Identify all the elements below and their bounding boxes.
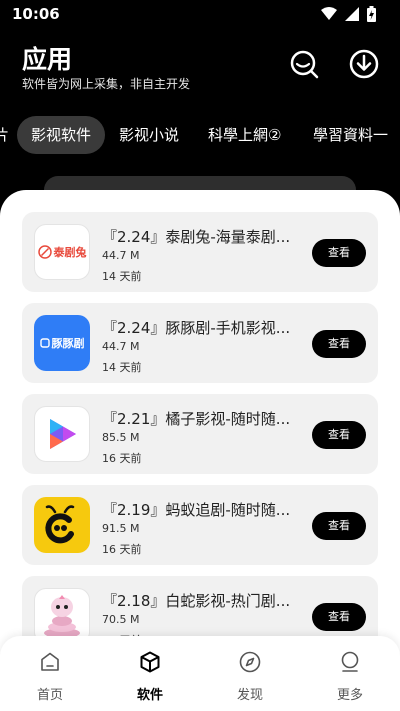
tab-study-materials[interactable]: 學習資料一 (313, 116, 388, 154)
app-updated-time: 14 天前 (102, 270, 142, 283)
download-button[interactable] (348, 48, 380, 80)
nav-label: 首页 (36, 688, 63, 703)
play-logo-icon (50, 419, 76, 449)
tuntunju-app-icon: 豚豚剧 (34, 315, 90, 371)
nav-item-software[interactable]: 软件 (100, 636, 200, 711)
tab-science-internet[interactable]: 科學上網② (208, 116, 281, 154)
page-subtitle: 软件皆为网上采集，非自主开发 (22, 77, 191, 91)
wifi-icon (321, 7, 337, 20)
app-card[interactable]: 『2.19』蚂蚁追剧-随时随... 91.5 M 16 天前 查看 (22, 485, 378, 565)
cube-icon (140, 651, 160, 673)
nav-label: 发现 (236, 688, 263, 703)
app-card[interactable]: 泰剧兔 『2.24』泰剧兔-海量泰剧... 44.7 M 14 天前 查看 (22, 212, 378, 292)
home-icon (41, 652, 59, 671)
tab-video-apps[interactable]: 影视软件 (17, 116, 106, 154)
tuntunju-logo-badge (39, 338, 50, 348)
juzi-app-icon (34, 406, 90, 462)
search-button[interactable] (288, 48, 320, 80)
app-size: 44.7 M (102, 340, 140, 353)
app-updated-time: 14 天前 (102, 361, 142, 374)
status-icons (321, 6, 376, 22)
app-card[interactable]: 豚豚剧 『2.24』豚豚剧-手机影视... 44.7 M 14 天前 查看 (22, 303, 378, 383)
page-title: 应用 (22, 45, 73, 74)
app-name: 『2.19』蚂蚁追剧-随时随... (102, 501, 291, 519)
app-name: 『2.18』白蛇影视-热门剧... (102, 592, 291, 610)
nav-label: 软件 (136, 688, 163, 703)
app-card[interactable]: 『2.21』橘子影视-随时随... 85.5 M 16 天前 查看 (22, 394, 378, 474)
nav-item-home[interactable]: 首页 (0, 636, 100, 711)
user-icon (341, 651, 359, 672)
status-time: 10:06 (12, 5, 60, 23)
app-updated-time: 16 天前 (102, 543, 142, 556)
taijutu-logo-badge (37, 245, 52, 259)
app-size: 70.5 M (102, 613, 140, 626)
compass-icon (239, 651, 261, 673)
bottom-nav: 首页 软件 发现 更多 (0, 636, 400, 711)
view-button[interactable]: 查看 (312, 603, 366, 631)
app-size: 44.7 M (102, 249, 140, 262)
app-name: 『2.21』橘子影视-随时随... (102, 410, 291, 428)
app-name: 『2.24』泰剧兔-海量泰剧... (102, 228, 291, 246)
download-icon (349, 49, 379, 79)
battery-icon (367, 6, 376, 22)
app-icon-text: 豚豚剧 (51, 337, 85, 350)
ant-logo-icon (45, 505, 75, 544)
mayi-app-icon (34, 497, 90, 553)
app-size: 85.5 M (102, 431, 140, 444)
app-name: 『2.24』豚豚剧-手机影视... (102, 319, 291, 337)
view-button[interactable]: 查看 (312, 421, 366, 449)
nav-item-more[interactable]: 更多 (300, 636, 400, 711)
search-icon (290, 50, 319, 79)
view-button[interactable]: 查看 (312, 330, 366, 358)
tab-video-novels[interactable]: 影视小说 (119, 116, 179, 154)
app-list-sheet: 泰剧兔 『2.24』泰剧兔-海量泰剧... 44.7 M 14 天前 查看 豚豚… (0, 190, 400, 711)
nav-label: 更多 (336, 688, 363, 703)
nav-item-discover[interactable]: 发现 (200, 636, 300, 711)
snake-logo-icon (44, 595, 80, 638)
tab-partial[interactable]: 片 (0, 116, 9, 154)
app-icon-text: 泰剧兔 (53, 246, 87, 259)
signal-icon (345, 7, 359, 21)
view-button[interactable]: 查看 (312, 239, 366, 267)
status-bar: 10:06 (0, 0, 400, 28)
category-tabs: 片 影视软件 影视小说 科學上網② 學習資料一 (0, 114, 400, 154)
app-size: 91.5 M (102, 522, 140, 535)
taijutu-app-icon: 泰剧兔 (34, 224, 90, 280)
app-updated-time: 16 天前 (102, 452, 142, 465)
view-button[interactable]: 查看 (312, 512, 366, 540)
